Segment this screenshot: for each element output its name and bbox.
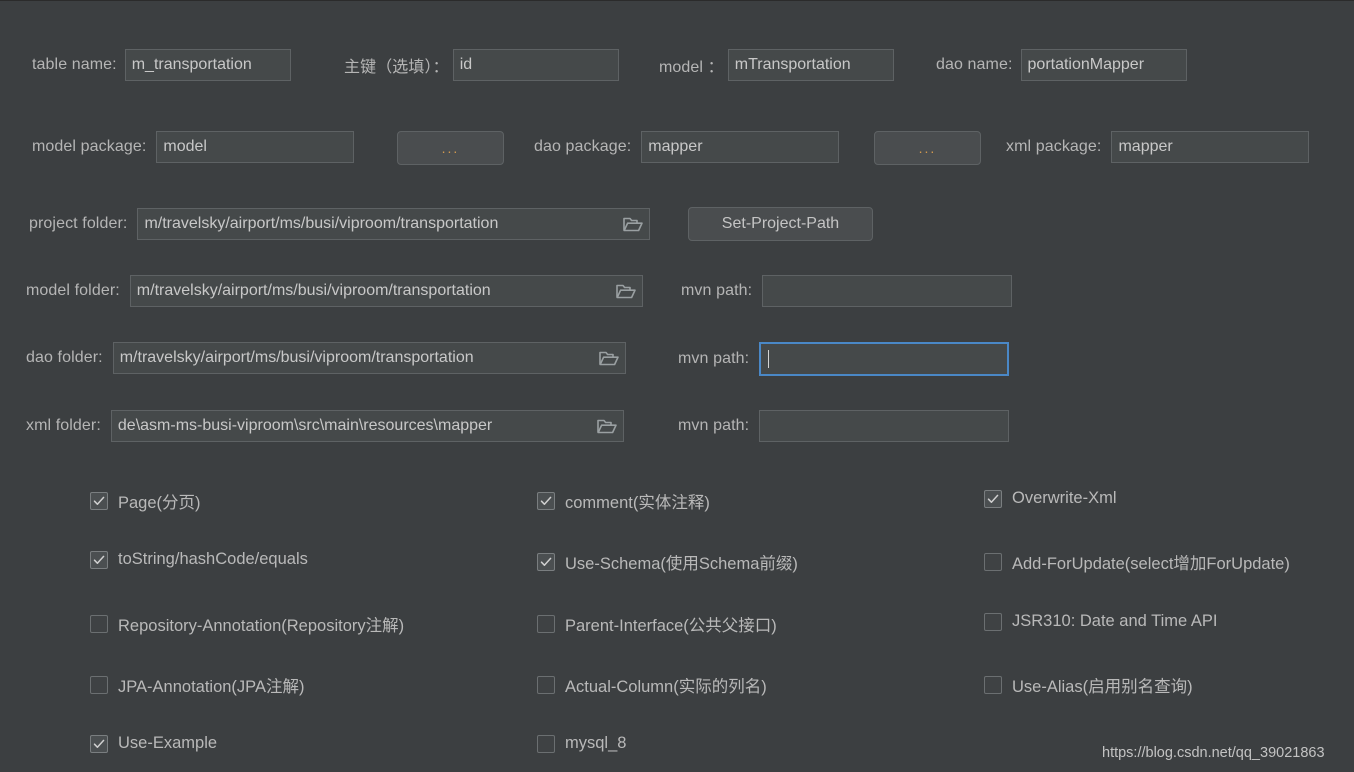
model-mvn-path-input[interactable] xyxy=(762,275,1013,307)
model-package-label: model package: xyxy=(32,138,147,155)
table-name-label: table name: xyxy=(32,56,117,73)
xml-package-input[interactable]: mapper xyxy=(1111,131,1310,163)
checkbox-actual-column[interactable]: Actual-Column(实际的列名) xyxy=(537,673,767,697)
checkbox-unchecked-icon[interactable] xyxy=(90,615,108,633)
checkbox-unchecked-icon[interactable] xyxy=(537,615,555,633)
model-package-group: model package: model xyxy=(32,131,355,163)
checkbox-use-schema-schema[interactable]: Use-Schema(使用Schema前缀) xyxy=(537,550,798,574)
model-name-input[interactable]: mTransportation xyxy=(727,49,894,81)
checkbox-parent-interface[interactable]: Parent-Interface(公共父接口) xyxy=(537,612,777,636)
checkbox-jsr310-date-and-time-api[interactable]: JSR310: Date and Time API xyxy=(984,612,1217,631)
checkbox-add-forupdate-select-forupdate[interactable]: Add-ForUpdate(select增加ForUpdate) xyxy=(984,550,1290,574)
project-folder-input[interactable]: m/travelsky/airport/ms/busi/viproom/tran… xyxy=(137,208,651,240)
table-name-input[interactable]: m_transportation xyxy=(124,49,291,81)
checkbox-checked-icon[interactable] xyxy=(90,492,108,510)
checkbox-page[interactable]: Page(分页) xyxy=(90,489,201,513)
dao-mvn-path-input[interactable] xyxy=(759,342,1010,376)
dao-mvn-path-group: mvn path: xyxy=(678,342,1010,376)
model-package-browse-button[interactable]: ... xyxy=(397,131,504,165)
text-caret xyxy=(768,350,770,368)
folder-icon[interactable] xyxy=(623,216,644,233)
set-project-path-label: Set-Project-Path xyxy=(721,215,840,232)
checkbox-checked-icon[interactable] xyxy=(537,492,555,510)
ellipsis-icon: ... xyxy=(441,140,460,156)
checkbox-label: Use-Alias(启用别名查询) xyxy=(1012,678,1193,696)
checkbox-label: Actual-Column(实际的列名) xyxy=(565,678,767,696)
checkbox-label: Use-Schema(使用Schema前缀) xyxy=(565,555,798,573)
table-name-group: table name: m_transportation xyxy=(32,49,291,81)
dao-package-input[interactable]: mapper xyxy=(641,131,840,163)
primary-key-input[interactable]: id xyxy=(452,49,619,81)
checkbox-jpa-annotation-jpa[interactable]: JPA-Annotation(JPA注解) xyxy=(90,673,304,697)
set-project-path-button[interactable]: Set-Project-Path xyxy=(688,207,873,241)
checkbox-label: Add-ForUpdate(select增加ForUpdate) xyxy=(1012,555,1290,573)
project-folder-label: project folder: xyxy=(29,215,128,232)
checkbox-checked-icon[interactable] xyxy=(537,553,555,571)
xml-mvn-path-group: mvn path: xyxy=(678,410,1010,442)
checkbox-overwrite-xml[interactable]: Overwrite-Xml xyxy=(984,489,1117,508)
dao-package-label: dao package: xyxy=(534,138,632,155)
checkbox-use-alias[interactable]: Use-Alias(启用别名查询) xyxy=(984,673,1193,697)
dao-mvn-path-label: mvn path: xyxy=(678,350,750,367)
xml-folder-group: xml folder: de\asm-ms-busi-viproom\src\m… xyxy=(26,410,624,442)
checkbox-unchecked-icon[interactable] xyxy=(537,734,555,753)
checkbox-unchecked-icon[interactable] xyxy=(984,676,1002,694)
checkbox-label: JSR310: Date and Time API xyxy=(1012,612,1218,630)
xml-package-group: xml package: mapper xyxy=(1006,131,1310,163)
primary-key-label: 主键（选填）： xyxy=(344,59,449,76)
xml-package-label: xml package: xyxy=(1006,138,1102,155)
project-folder-group: project folder: m/travelsky/airport/ms/b… xyxy=(29,208,651,240)
model-folder-group: model folder: m/travelsky/airport/ms/bus… xyxy=(26,275,643,307)
checkbox-tostring-hashcode-equals[interactable]: toString/hashCode/equals xyxy=(90,550,308,569)
dao-folder-label: dao folder: xyxy=(26,349,103,366)
checkbox-label: Parent-Interface(公共父接口) xyxy=(565,617,777,635)
model-folder-label: model folder: xyxy=(26,282,120,299)
checkbox-label: mysql_8 xyxy=(565,734,627,752)
checkbox-label: JPA-Annotation(JPA注解) xyxy=(118,678,305,696)
xml-folder-label: xml folder: xyxy=(26,417,101,434)
mybatis-generator-panel: table name: m_transportation 主键（选填）： id … xyxy=(0,0,1354,772)
model-mvn-path-label: mvn path: xyxy=(681,282,753,299)
model-package-input[interactable]: model xyxy=(156,131,355,163)
checkbox-unchecked-icon[interactable] xyxy=(984,553,1002,571)
checkbox-checked-icon[interactable] xyxy=(90,734,108,753)
dao-name-group: dao name: portationMapper xyxy=(936,49,1187,81)
dao-package-group: dao package: mapper xyxy=(534,131,840,163)
checkbox-mysql-8[interactable]: mysql_8 xyxy=(537,734,626,753)
ellipsis-icon: ... xyxy=(918,140,937,156)
folder-icon[interactable] xyxy=(598,350,619,367)
dao-folder-input[interactable]: m/travelsky/airport/ms/busi/viproom/tran… xyxy=(112,342,626,374)
model-mvn-path-group: mvn path: xyxy=(681,275,1013,307)
primary-key-group: 主键（选填）： id xyxy=(344,49,619,81)
model-name-label: model ： xyxy=(659,59,724,76)
model-name-group: model ： mTransportation xyxy=(659,49,894,81)
checkbox-checked-icon[interactable] xyxy=(984,489,1002,508)
checkbox-label: toString/hashCode/equals xyxy=(118,550,308,568)
checkbox-label: Repository-Annotation(Repository注解) xyxy=(118,617,405,635)
checkbox-label: Overwrite-Xml xyxy=(1012,489,1117,507)
folder-icon[interactable] xyxy=(615,283,636,300)
dao-folder-group: dao folder: m/travelsky/airport/ms/busi/… xyxy=(26,342,626,374)
checkbox-checked-icon[interactable] xyxy=(90,550,108,569)
model-folder-input[interactable]: m/travelsky/airport/ms/busi/viproom/tran… xyxy=(129,275,643,307)
dao-name-label: dao name: xyxy=(936,56,1013,73)
folder-icon[interactable] xyxy=(597,418,617,435)
checkbox-unchecked-icon[interactable] xyxy=(537,676,555,694)
xml-folder-input[interactable]: de\asm-ms-busi-viproom\src\main\resource… xyxy=(110,410,624,442)
watermark-text: https://blog.csdn.net/qq_39021863 xyxy=(1102,745,1325,761)
checkbox-use-example[interactable]: Use-Example xyxy=(90,734,217,753)
checkbox-label: comment(实体注释) xyxy=(565,494,710,512)
checkbox-comment[interactable]: comment(实体注释) xyxy=(537,489,710,513)
xml-mvn-path-label: mvn path: xyxy=(678,417,750,434)
dao-name-input[interactable]: portationMapper xyxy=(1020,49,1187,81)
checkbox-unchecked-icon[interactable] xyxy=(984,612,1002,631)
checkbox-label: Page(分页) xyxy=(118,494,201,512)
dao-package-browse-button[interactable]: ... xyxy=(874,131,981,165)
checkbox-unchecked-icon[interactable] xyxy=(90,676,108,694)
checkbox-repository-annotation-repository[interactable]: Repository-Annotation(Repository注解) xyxy=(90,612,404,636)
xml-mvn-path-input[interactable] xyxy=(759,410,1010,442)
checkbox-label: Use-Example xyxy=(118,734,218,752)
